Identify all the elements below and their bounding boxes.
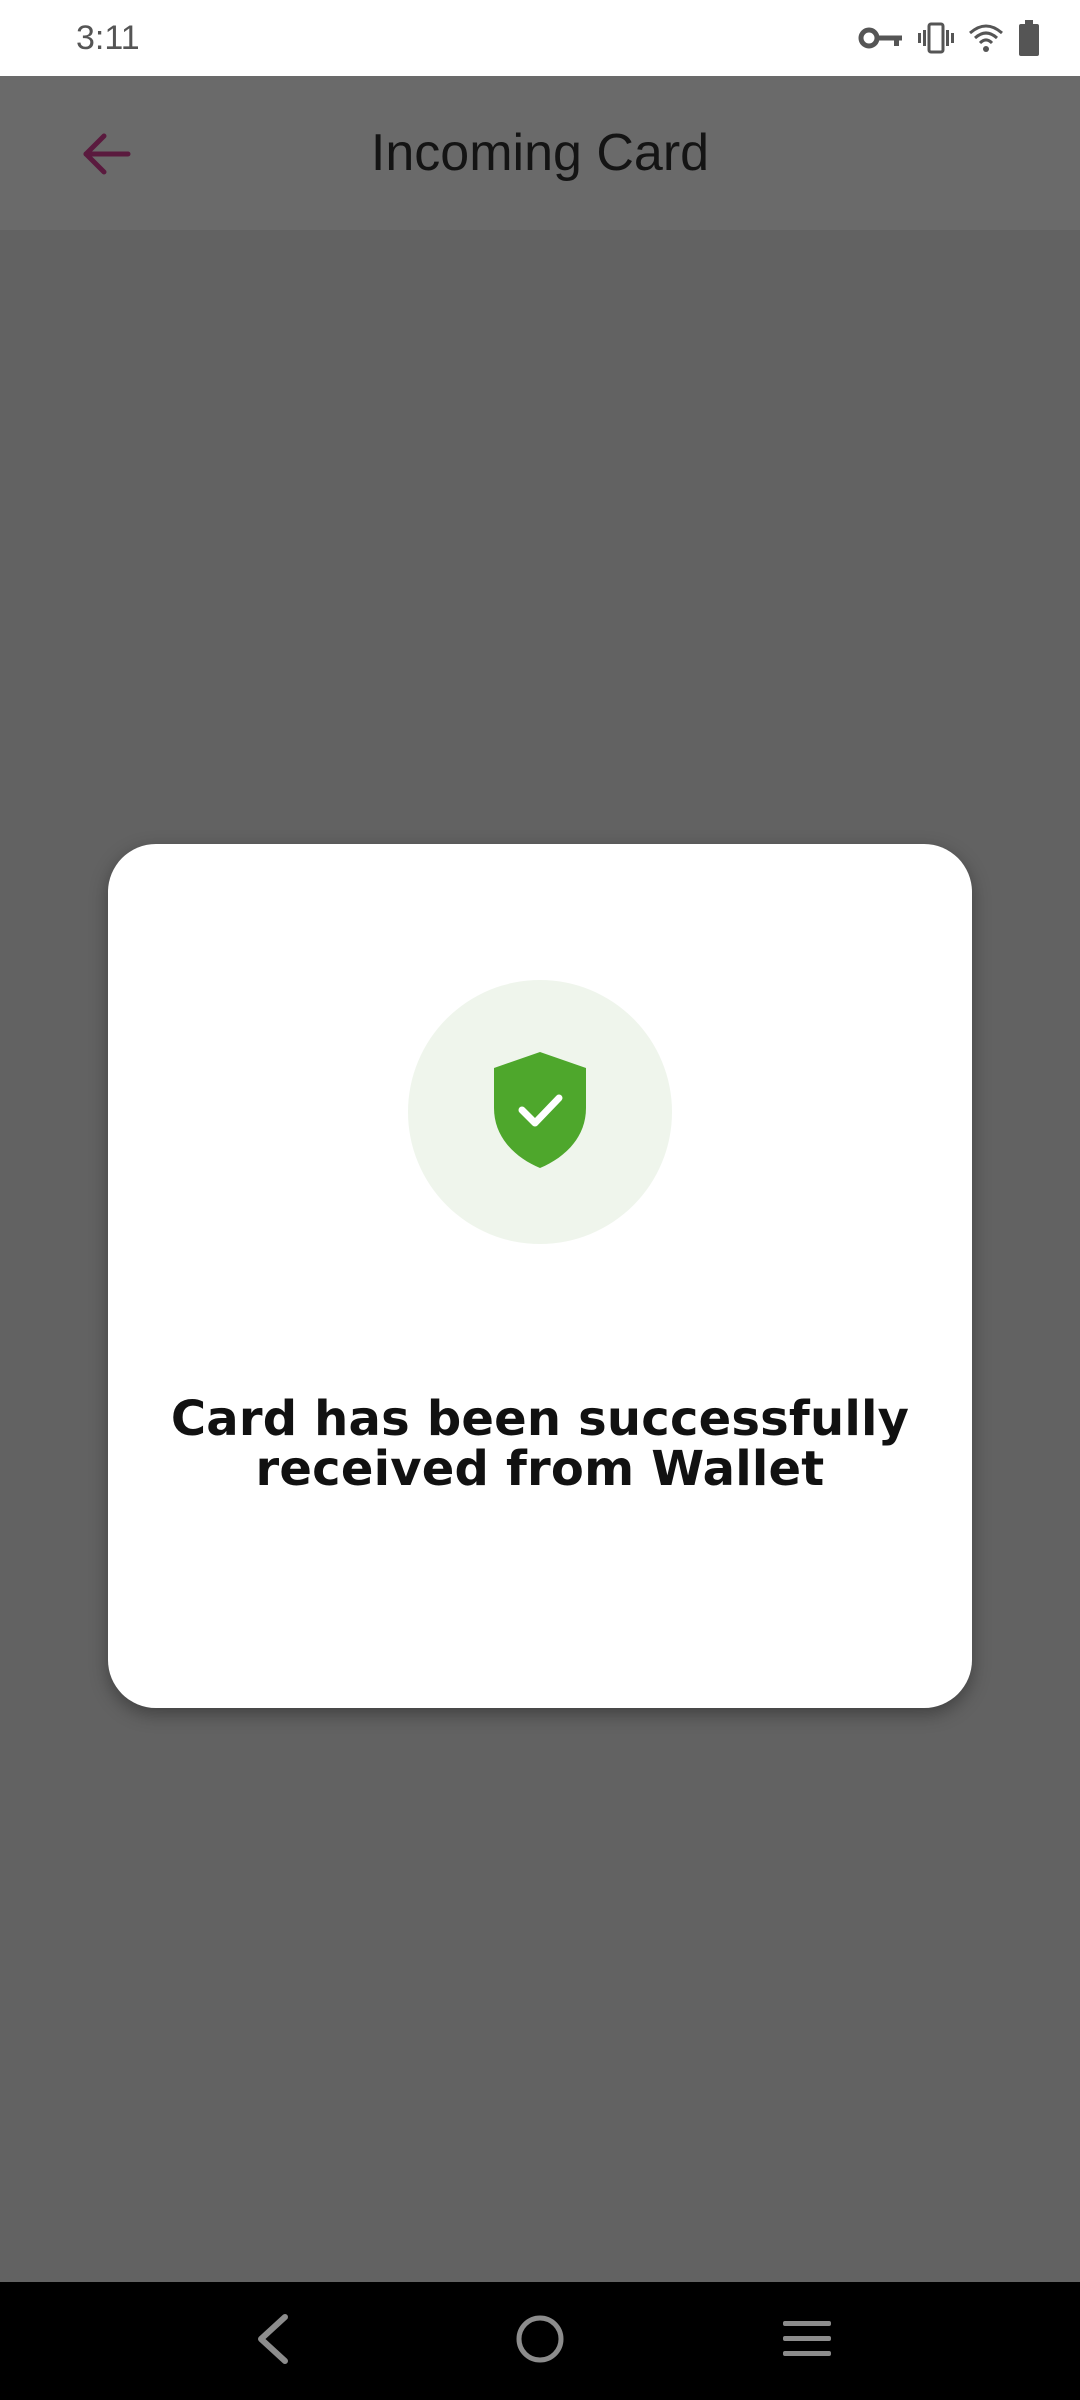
success-dialog: Card has been successfully received from…	[108, 844, 972, 1708]
success-message-line1: Card has been successfully	[170, 1391, 910, 1447]
recents-nav-icon	[781, 2317, 833, 2366]
back-nav-icon	[253, 2313, 293, 2370]
arrow-back-icon	[80, 128, 132, 185]
home-nav-icon	[514, 2313, 566, 2370]
success-message: Card has been successfully received from…	[148, 1394, 932, 1494]
nav-home-button[interactable]	[495, 2296, 585, 2386]
success-message-line2: received from Wallet	[255, 1441, 825, 1497]
screen: 3:11 Incoming Card Card has been success…	[0, 0, 1080, 2400]
battery-icon	[1018, 20, 1040, 56]
wifi-icon	[968, 23, 1004, 53]
shield-check-icon	[492, 1050, 588, 1175]
status-icons	[858, 20, 1040, 56]
nav-back-button[interactable]	[228, 2296, 318, 2386]
back-button[interactable]	[66, 116, 146, 196]
app-bar: Incoming Card	[0, 76, 1080, 230]
icon-badge	[408, 980, 672, 1244]
system-nav-bar	[0, 2282, 1080, 2400]
vibrate-icon	[918, 22, 954, 54]
status-time: 3:11	[76, 18, 140, 57]
status-bar: 3:11	[0, 0, 1080, 76]
key-icon	[858, 26, 904, 50]
nav-recents-button[interactable]	[762, 2296, 852, 2386]
page-title: Incoming Card	[370, 124, 710, 182]
